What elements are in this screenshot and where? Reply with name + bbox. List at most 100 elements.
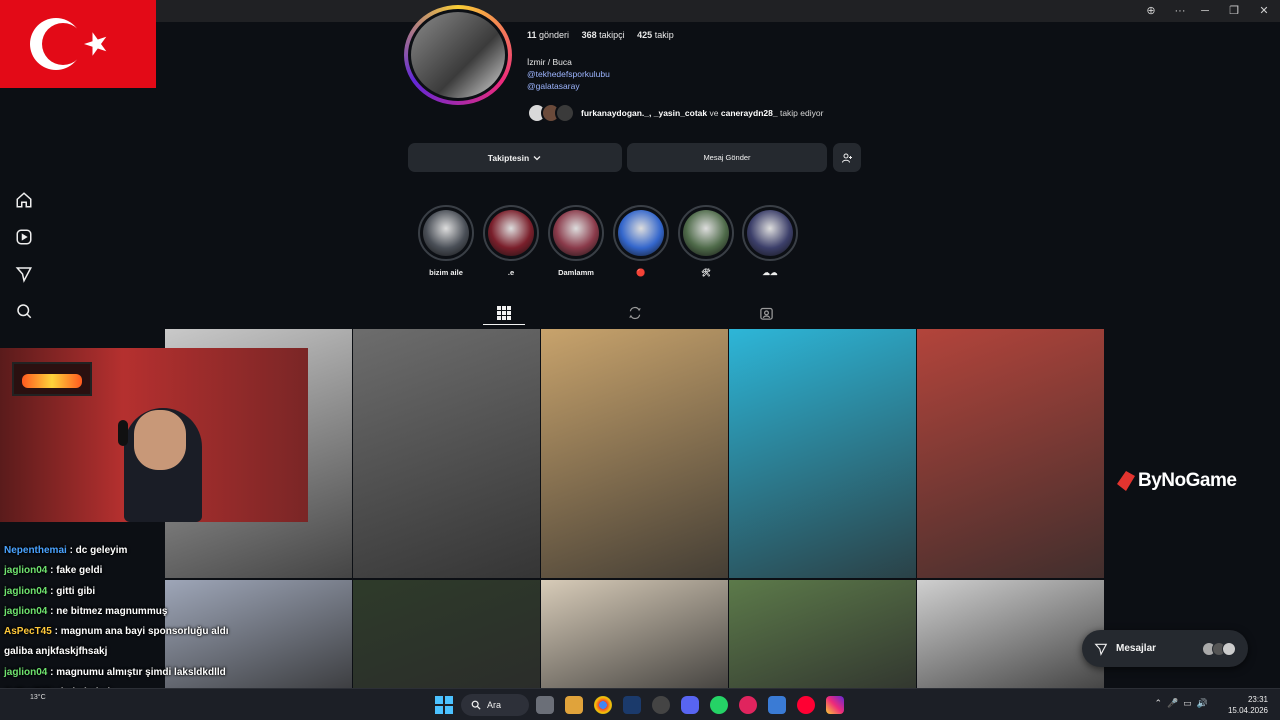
add-user-icon (842, 153, 852, 163)
suggested-users-button[interactable] (833, 143, 861, 172)
highlight-ring (548, 205, 604, 261)
post-thumbnail[interactable] (729, 329, 916, 578)
instagram-icon[interactable] (826, 696, 844, 714)
followed-by-suffix: takip ediyor (779, 108, 824, 118)
highlight-ring (483, 205, 539, 261)
messages-pill[interactable]: Mesajlar (1082, 630, 1248, 667)
profile-avatar[interactable] (404, 5, 512, 105)
highlight-ring (678, 205, 734, 261)
chat-text: : magnumu almıştır şimdi laksldkdlld (50, 666, 226, 678)
story-highlight[interactable]: ☁☁ (742, 205, 798, 278)
avatar-image (408, 9, 508, 101)
highlight-ring (742, 205, 798, 261)
zoom-icon[interactable]: ⊕ (1139, 3, 1163, 19)
chat-message: jaglion04 : magnumu almıştır şimdi laksl… (4, 666, 324, 686)
whatsapp-icon[interactable] (710, 696, 728, 714)
chat-message: jaglion04 : gitti gibi (4, 585, 324, 605)
youtube-icon[interactable] (797, 696, 815, 714)
highlight-ring (418, 205, 474, 261)
bio-link-tekhedef[interactable]: @tekhedefsporkulubu (527, 68, 610, 80)
bio-location: İzmir / Buca (527, 57, 572, 67)
steam-icon[interactable] (623, 696, 641, 714)
highlight-cover (488, 210, 534, 256)
reels-icon[interactable] (10, 223, 38, 251)
avatar (1222, 641, 1236, 656)
chat-message: Nepenthemai : dc geleyim (4, 544, 324, 564)
minimize-icon[interactable]: ─ (1193, 3, 1217, 19)
discord-icon[interactable] (681, 696, 699, 714)
send-message-button[interactable]: Mesaj Gönder (627, 143, 827, 172)
system-tray[interactable]: ⌃ 🎤 ▭ 🔊 (1155, 698, 1208, 709)
tab-tagged[interactable] (754, 303, 778, 323)
screen: ⊕ ··· ─ ❐ ✕ 11 gönderi 368 takipçi 425 t… (0, 0, 1280, 720)
chat-username: AsPecT45 (4, 626, 52, 638)
post-thumbnail[interactable] (917, 329, 1104, 578)
chat-text: : ne bitmez magnummuş (50, 605, 168, 617)
highlight-ring (613, 205, 669, 261)
bynogame-text: ByNoGame (1138, 470, 1237, 491)
crescent-star-icon (30, 18, 107, 70)
followers-label[interactable]: takipçi (599, 30, 625, 40)
fireplace-screen (12, 362, 92, 396)
post-thumbnail[interactable] (729, 580, 916, 688)
followed-by-last: caneraydn28_ (720, 108, 778, 118)
profile-bio: İzmir / Buca @tekhedefsporkulubu @galata… (527, 56, 610, 92)
messages-label: Mesajlar (1116, 643, 1157, 654)
weather-widget[interactable]: 13°C (30, 694, 46, 701)
grid-icon (497, 306, 511, 320)
tab-reposts[interactable] (623, 303, 647, 323)
following-button[interactable]: Takiptesin (408, 143, 622, 172)
story-highlight[interactable]: 🛠 (678, 205, 734, 278)
following-count[interactable]: 425 (637, 30, 652, 40)
highlight-cover (423, 210, 469, 256)
chat-username: Nepenthemai (4, 545, 67, 556)
taskbar-clock[interactable]: 23:31 15.04.2026 (1228, 694, 1268, 716)
close-icon[interactable]: ✕ (1252, 3, 1276, 19)
post-thumbnail[interactable] (917, 580, 1104, 688)
streamer-webcam (0, 348, 308, 522)
chat-text: : gitti gibi (50, 585, 96, 597)
post-thumbnail[interactable] (541, 329, 728, 578)
chat-username: jaglion04 (4, 585, 48, 597)
taskbar-search[interactable]: Ara (461, 694, 529, 716)
chrome-icon[interactable] (594, 696, 612, 714)
chat-username: jaglion04 (4, 605, 48, 617)
send-message-label: Mesaj Gönder (703, 153, 751, 162)
followers-count[interactable]: 368 (582, 30, 597, 40)
active-tab-indicator (483, 324, 525, 325)
windows-taskbar: Ara 23:31 15.04.2026 ⌃ 🎤 ▭ 🔊 (0, 688, 1280, 720)
tagged-icon (759, 307, 773, 320)
following-label[interactable]: takip (655, 30, 674, 40)
maximize-icon[interactable]: ❐ (1222, 3, 1246, 19)
post-thumbnail[interactable] (541, 580, 728, 688)
windows-start-icon[interactable] (435, 696, 453, 714)
profile-stats: 11 gönderi 368 takipçi 425 takip (527, 30, 674, 40)
headphones-icon (118, 420, 128, 446)
chat-text: : fake geldi (50, 565, 103, 577)
home-icon[interactable] (10, 186, 38, 214)
story-highlight[interactable]: bizim aile (418, 205, 474, 278)
avatar (555, 103, 575, 123)
followed-by[interactable]: furkanaydogan._, _yasin_cotak ve caneray… (527, 102, 823, 124)
bynogame-icon (1117, 471, 1135, 491)
obs-icon[interactable] (652, 696, 670, 714)
highlight-cover (618, 210, 664, 256)
story-highlight[interactable]: .e (483, 205, 539, 278)
media-player-icon[interactable] (739, 696, 757, 714)
bio-link-galatasaray[interactable]: @galatasaray (527, 80, 610, 92)
search-icon[interactable] (10, 297, 38, 325)
file-explorer-icon[interactable] (565, 696, 583, 714)
direct-send-icon[interactable] (10, 260, 38, 288)
task-view-icon[interactable] (536, 696, 554, 714)
app-icon[interactable] (768, 696, 786, 714)
story-highlight[interactable]: Damlamm (548, 205, 604, 278)
post-thumbnail[interactable] (353, 329, 540, 578)
chat-text: : magnum ana bayi sponsorluğu aldı (54, 626, 229, 638)
following-button-label: Takiptesin (487, 152, 530, 163)
post-thumbnail[interactable] (353, 580, 540, 688)
more-options-icon[interactable]: ··· (1168, 3, 1192, 19)
search-icon (471, 700, 481, 710)
repost-icon (629, 306, 641, 320)
tab-posts[interactable] (492, 303, 516, 323)
story-highlight[interactable]: 🔴 (613, 205, 669, 278)
